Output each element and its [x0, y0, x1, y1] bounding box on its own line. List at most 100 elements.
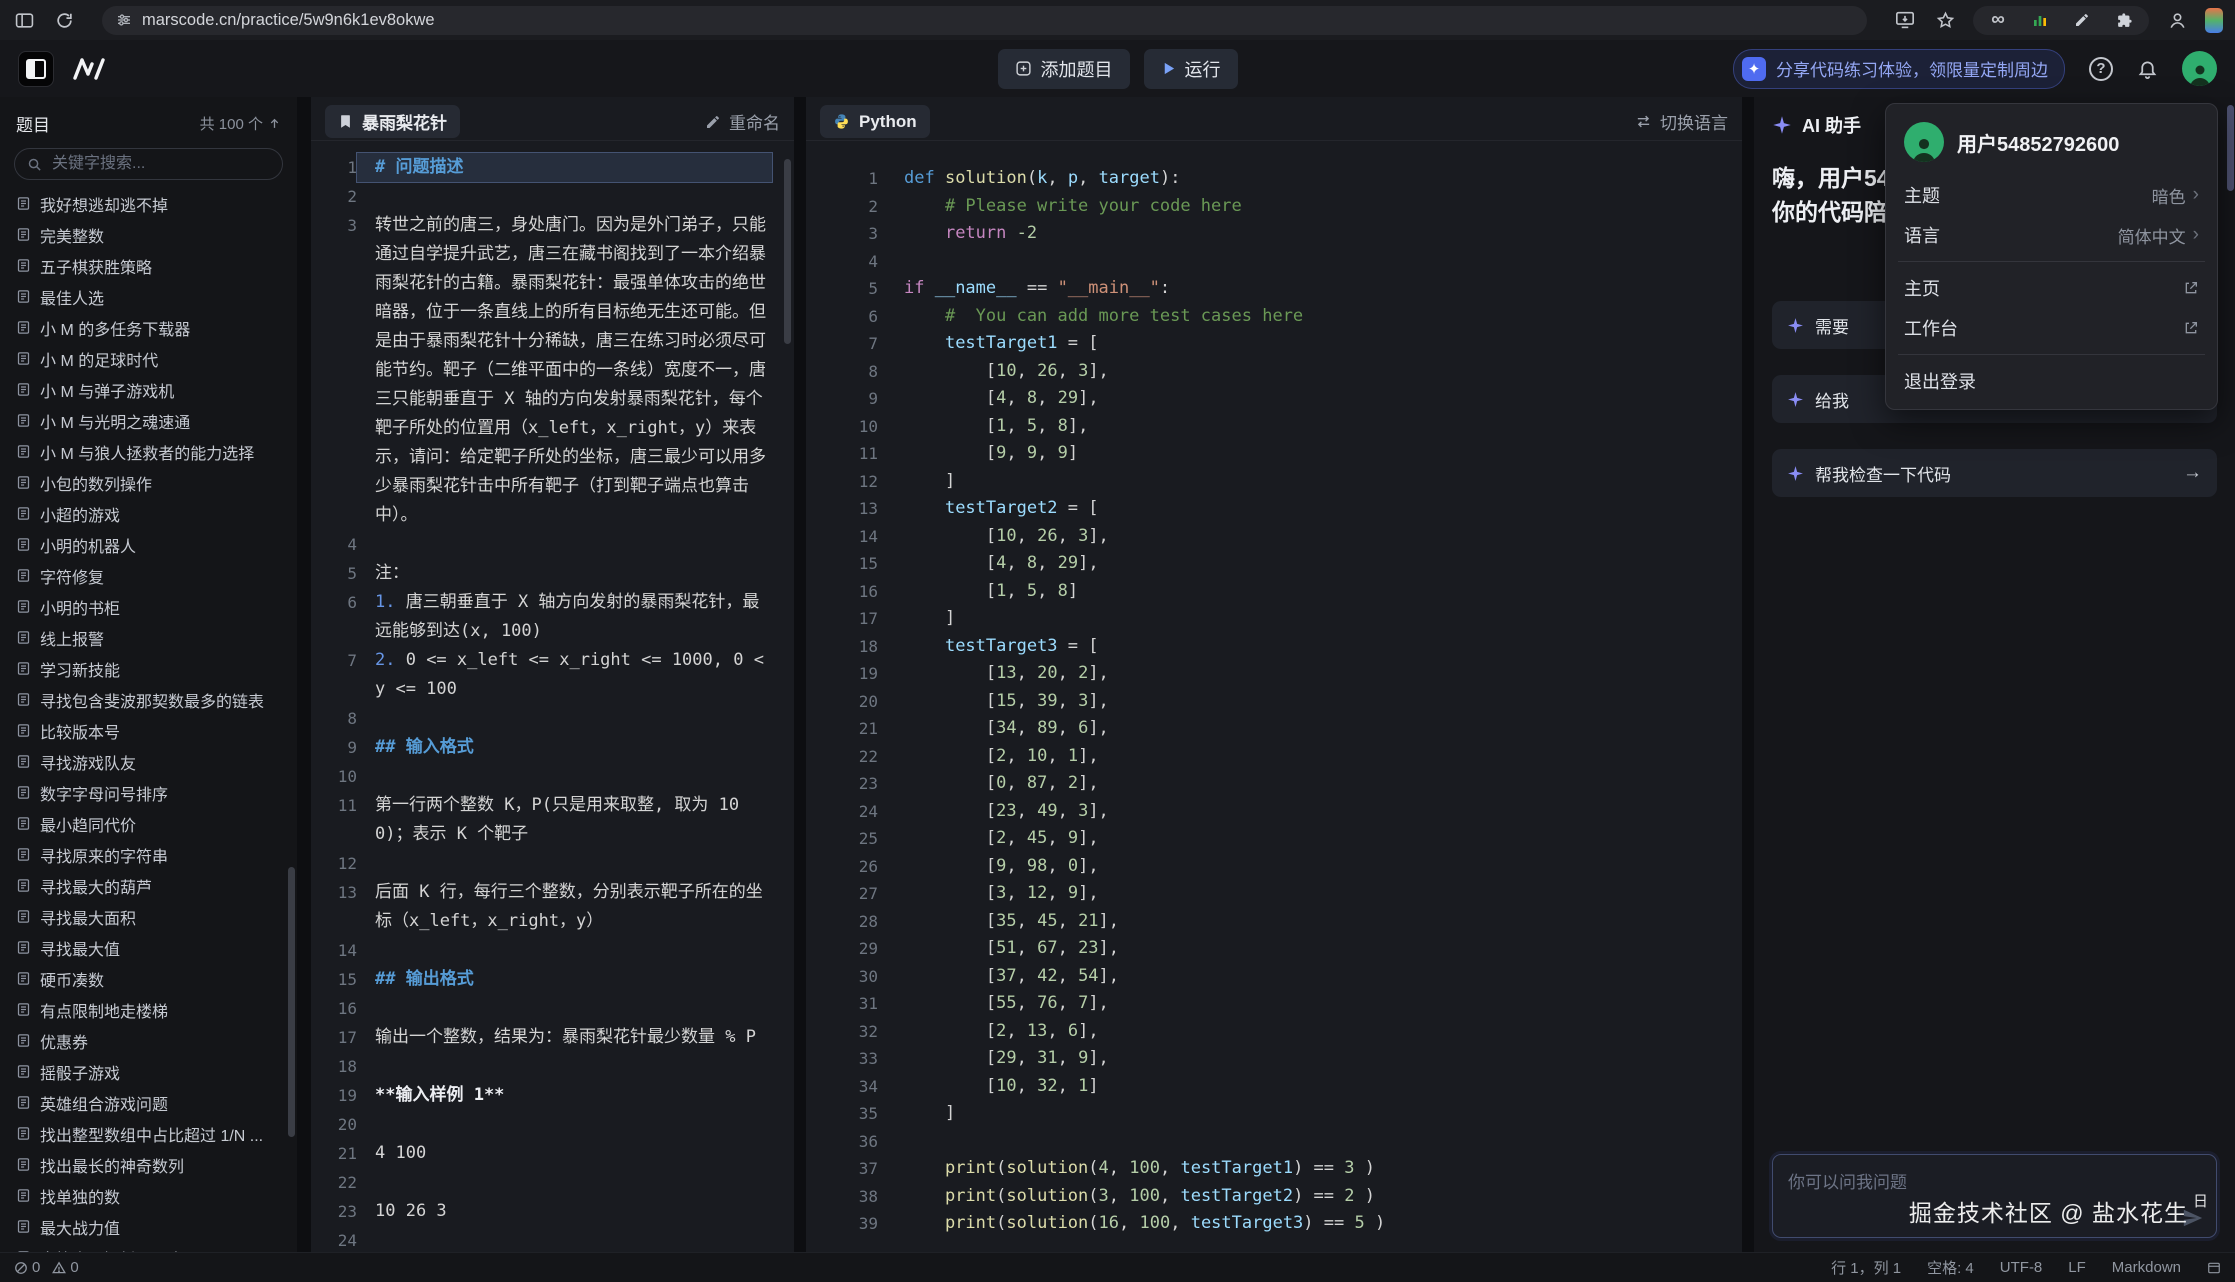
sidebar-item[interactable]: 字符修复 — [0, 560, 297, 591]
sidebar-item[interactable]: 完美整数 — [0, 219, 297, 250]
sidebar-item[interactable]: 小 M 与弹子游戏机 — [0, 374, 297, 405]
sidebar-scrollbar[interactable] — [288, 867, 295, 1137]
marscode-logo[interactable] — [70, 56, 110, 82]
bookmark-star-icon[interactable] — [1933, 8, 1957, 32]
site-settings-icon[interactable] — [116, 12, 132, 28]
sidebar-item[interactable]: 寻找游戏队友 — [0, 746, 297, 777]
sidebar-item[interactable]: 小 M 与光明之魂速通 — [0, 405, 297, 436]
sidebar-item[interactable]: 寻找最大值 — [0, 932, 297, 963]
sidebar-item[interactable]: 最大战力值 — [0, 1211, 297, 1242]
code-line: 36 — [806, 1128, 1742, 1156]
problem-count[interactable]: 共 100 个 — [200, 113, 281, 134]
menu-item-home[interactable]: 主页 — [1894, 268, 2209, 308]
switch-language-button[interactable]: 切换语言 — [1635, 109, 1728, 134]
description-editor[interactable]: 1# 问题描述23转世之前的唐三，身处唐门。因为是外门弟子，只能通过自学提升武艺… — [311, 141, 794, 1252]
sidebar-item-label: 小 M 与弹子游戏机 — [40, 378, 174, 402]
browser-avatar[interactable] — [2205, 8, 2223, 33]
infinity-extension-icon[interactable]: ∞ — [1986, 8, 2010, 32]
sidebar-item[interactable]: 线上报警 — [0, 622, 297, 653]
help-icon[interactable]: ? — [2089, 57, 2113, 81]
sidebar-item[interactable]: 小明的书柜 — [0, 591, 297, 622]
promo-banner[interactable]: ✦ 分享代码练习体验，领限量定制周边 — [1733, 49, 2065, 89]
sidebar-item[interactable]: 优惠券 — [0, 1025, 297, 1056]
code-editor[interactable]: 1def solution(k, p, target):2 # Please w… — [806, 141, 1742, 1238]
sidebar-item[interactable]: 最小趋同代价 — [0, 808, 297, 839]
trae-logo[interactable] — [18, 51, 54, 87]
url-bar[interactable]: marscode.cn/practice/5w9n6k1ev8okwe — [102, 6, 1867, 35]
lighthouse-extension-icon[interactable] — [2028, 8, 2052, 32]
document-icon — [16, 940, 31, 955]
notification-bell-icon[interactable] — [2137, 58, 2158, 79]
sidebar-item[interactable]: 最佳人选 — [0, 281, 297, 312]
sidebar-item[interactable]: 五子棋获胜策略 — [0, 250, 297, 281]
sidebar-item[interactable]: 寻找包含斐波那契数最多的链表 — [0, 684, 297, 715]
sidebar-item[interactable]: 学习新技能 — [0, 653, 297, 684]
add-problem-button[interactable]: 添加题目 — [998, 49, 1130, 89]
puzzle-extensions-icon[interactable] — [2112, 8, 2136, 32]
sidebar-item-label: 寻找最大值 — [40, 936, 120, 960]
cast-icon[interactable] — [1893, 8, 1917, 32]
document-icon — [16, 289, 31, 304]
sidebar-item[interactable]: 寻找最大面积 — [0, 901, 297, 932]
document-icon — [16, 351, 31, 366]
indentation[interactable]: 空格: 4 — [1927, 1257, 1974, 1278]
line-number: 1 — [311, 153, 357, 182]
menu-item-language[interactable]: 语言 简体中文› — [1894, 215, 2209, 255]
problem-title-chip[interactable]: 暴雨梨花针 — [325, 105, 460, 138]
extensions-area: ∞ — [1973, 6, 2149, 35]
sidebar-item[interactable]: 数字字母问号排序 — [0, 777, 297, 808]
pen-extension-icon[interactable] — [2070, 8, 2094, 32]
error-count[interactable]: 0 — [14, 1259, 40, 1276]
sidebar-item[interactable]: 寻找最大的葫芦 — [0, 870, 297, 901]
code-line: 22 [2, 10, 1], — [806, 743, 1742, 771]
language-chip[interactable]: Python — [820, 105, 930, 138]
page-scrollbar[interactable] — [2227, 105, 2234, 191]
line-number: 21 — [311, 1139, 357, 1168]
file-language[interactable]: Markdown — [2112, 1259, 2181, 1276]
sidebar-item[interactable]: 小 M 的足球时代 — [0, 343, 297, 374]
sidebar-item[interactable]: 有点限制地走楼梯 — [0, 994, 297, 1025]
sidebar-item[interactable]: 英雄组合游戏问题 — [0, 1087, 297, 1118]
layout-icon[interactable] — [2207, 1261, 2221, 1275]
sidebar-item[interactable]: 找出整型数组中占比超过 1/N ... — [0, 1118, 297, 1149]
sidebar-item[interactable]: 找出最长的神奇数列 — [0, 1149, 297, 1180]
reload-icon[interactable] — [52, 8, 76, 32]
ai-check-code-card[interactable]: 帮我检查一下代码 → — [1772, 449, 2217, 497]
browser-profile-icon[interactable] — [2165, 8, 2189, 32]
line-number: 4 — [311, 530, 357, 559]
search-input[interactable] — [50, 154, 270, 174]
line-number: 19 — [311, 1081, 357, 1110]
sidebar-item[interactable]: 字符串最短循环子串 — [0, 1242, 297, 1252]
search-box[interactable] — [14, 148, 283, 180]
sidebar-item[interactable]: 硬币凑数 — [0, 963, 297, 994]
code-line: 3 return -2 — [806, 220, 1742, 248]
description-scrollbar[interactable] — [784, 159, 791, 344]
code-line: 33 [29, 31, 9], — [806, 1045, 1742, 1073]
menu-item-logout[interactable]: 退出登录 — [1894, 361, 2209, 401]
sidebar-item[interactable]: 找单独的数 — [0, 1180, 297, 1211]
rename-button[interactable]: 重命名 — [705, 109, 780, 134]
document-icon — [16, 320, 31, 335]
tab-panel-icon[interactable] — [12, 8, 36, 32]
run-button[interactable]: 运行 — [1144, 49, 1238, 89]
sidebar-item-label: 寻找游戏队友 — [40, 750, 136, 774]
sidebar-item[interactable]: 小 M 与狼人拯救者的能力选择 — [0, 436, 297, 467]
juejin-logo-mark: 日 — [2193, 1190, 2209, 1211]
sidebar-item[interactable]: 我好想逃却逃不掉 — [0, 188, 297, 219]
menu-item-workbench[interactable]: 工作台 — [1894, 308, 2209, 348]
sidebar-item[interactable]: 小包的数列操作 — [0, 467, 297, 498]
encoding[interactable]: UTF-8 — [2000, 1259, 2043, 1276]
description-line: 19**输入样例 1** — [311, 1081, 794, 1110]
user-avatar[interactable] — [2182, 51, 2217, 86]
menu-divider — [1898, 354, 2205, 355]
sidebar-item[interactable]: 比较版本号 — [0, 715, 297, 746]
eol-type[interactable]: LF — [2068, 1259, 2086, 1276]
sidebar-item[interactable]: 寻找原来的字符串 — [0, 839, 297, 870]
cursor-position[interactable]: 行 1，列 1 — [1831, 1257, 1901, 1278]
sidebar-item[interactable]: 小超的游戏 — [0, 498, 297, 529]
sidebar-item[interactable]: 小 M 的多任务下载器 — [0, 312, 297, 343]
warning-count[interactable]: 0 — [52, 1259, 78, 1276]
menu-item-theme[interactable]: 主题 暗色› — [1894, 175, 2209, 215]
sidebar-item[interactable]: 小明的机器人 — [0, 529, 297, 560]
sidebar-item[interactable]: 摇骰子游戏 — [0, 1056, 297, 1087]
